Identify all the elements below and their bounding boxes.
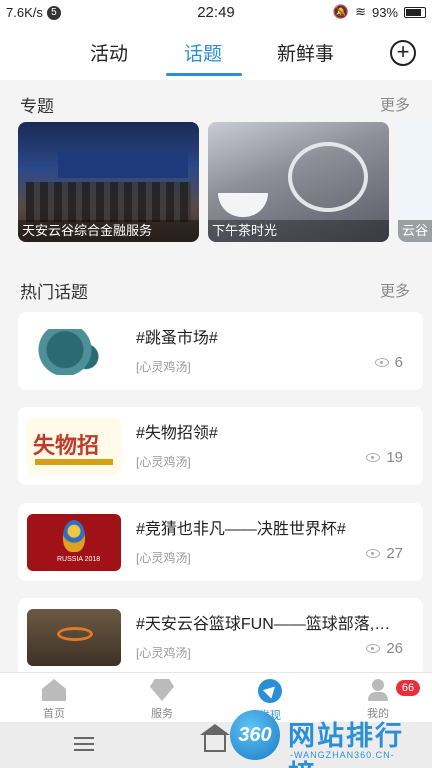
menu-icon[interactable] — [74, 737, 94, 751]
status-right: 🔕 ≋ 93% — [333, 4, 426, 20]
discover-icon — [258, 679, 282, 703]
plus-icon: + — [396, 39, 410, 64]
topic-card-finance[interactable]: 天安云谷综合金融服务 — [18, 122, 199, 242]
topics-section-header: 专题 更多 — [0, 82, 432, 122]
thumbnail-text: RUSSIA 2018 — [57, 556, 101, 563]
nav-service[interactable]: 服务 — [132, 679, 192, 721]
basketball-hoop-icon — [57, 627, 93, 641]
view-count: 27 — [366, 545, 403, 562]
tab-underline — [166, 73, 242, 76]
home-button-icon[interactable] — [200, 724, 230, 752]
topic-image-banner — [58, 152, 188, 178]
watermark: 360 网站排行榜 -WANGZHAN360.CN- — [226, 704, 432, 768]
status-bar: 7.6K/s 5 22:49 🔕 ≋ 93% — [0, 0, 432, 26]
view-count: 6 — [374, 354, 403, 371]
view-count: 26 — [366, 640, 403, 657]
hot-topic-thumbnail: RUSSIA 2018 — [27, 514, 121, 571]
topic-caption: 云谷 — [398, 220, 432, 242]
battery-percent: 93% — [371, 4, 398, 20]
hot-topic-item[interactable]: 失物招 #失物招领# [心灵鸡汤] 19 — [18, 407, 423, 485]
hot-topic-item[interactable]: RUSSIA 2018 #竞猜也非凡——决胜世界杯# [心灵鸡汤] 27 — [18, 503, 423, 581]
notification-badge: 66 — [396, 680, 420, 696]
hot-topic-tag: [心灵鸡汤] — [136, 455, 191, 469]
topic-image-people — [26, 182, 191, 222]
top-tabs: 活动 话题 新鲜事 + — [0, 26, 432, 80]
hot-topic-tag: [心灵鸡汤] — [136, 646, 191, 660]
wifi-icon: ≋ — [355, 4, 366, 19]
nav-label: 首页 — [43, 708, 65, 720]
add-button[interactable]: + — [390, 40, 416, 66]
service-icon — [150, 679, 174, 701]
battery-icon — [404, 6, 426, 18]
watermark-subtext: -WANGZHAN360.CN- — [290, 750, 395, 760]
hot-topic-title: #竞猜也非凡——决胜世界杯# — [136, 521, 346, 538]
watermark-logo: 360 — [230, 710, 280, 760]
mute-icon: 🔕 — [332, 4, 350, 19]
profile-icon — [366, 679, 390, 701]
view-count-value: 19 — [386, 449, 403, 466]
eye-icon — [366, 549, 381, 558]
hot-topic-title: #跳蚤市场# — [136, 330, 218, 347]
nav-label: 服务 — [151, 708, 173, 720]
topic-card-cloud[interactable]: 云谷 — [398, 122, 432, 242]
topic-image-cup — [218, 193, 268, 217]
hot-topic-title: #失物招领# — [136, 425, 218, 442]
hot-topic-item[interactable]: #天安云谷篮球FUN——篮球部落,… [心灵鸡汤] 26 — [18, 598, 423, 676]
view-count-value: 26 — [386, 640, 403, 657]
thumbnail-graphic — [37, 329, 107, 375]
hot-more-link[interactable]: 更多 — [380, 280, 410, 301]
topic-image-tray — [288, 142, 368, 212]
tab-news[interactable]: 新鲜事 — [277, 39, 334, 66]
topic-carousel[interactable]: 天安云谷综合金融服务 下午茶时光 云谷 — [18, 122, 432, 244]
hot-topic-item[interactable]: #跳蚤市场# [心灵鸡汤] 6 — [18, 312, 423, 390]
thumbnail-graphic — [35, 459, 113, 465]
eye-icon — [366, 644, 381, 653]
hot-topic-thumbnail: 失物招 — [27, 418, 121, 475]
hot-section-header: 热门话题 更多 — [0, 268, 432, 308]
tab-topics[interactable]: 话题 — [184, 39, 222, 66]
eye-icon — [366, 453, 381, 462]
nav-home[interactable]: 首页 — [24, 679, 84, 721]
world-cup-logo-icon — [63, 520, 85, 552]
tab-activities[interactable]: 活动 — [90, 39, 128, 66]
view-count-value: 6 — [394, 354, 403, 371]
topic-caption: 天安云谷综合金融服务 — [18, 220, 199, 242]
topic-caption: 下午茶时光 — [208, 220, 389, 242]
home-icon — [42, 679, 66, 701]
hot-topic-thumbnail — [27, 609, 121, 666]
hot-section-title: 热门话题 — [20, 283, 88, 302]
view-count: 19 — [366, 449, 403, 466]
hot-topic-tag: [心灵鸡汤] — [136, 551, 191, 565]
view-count-value: 27 — [386, 545, 403, 562]
thumbnail-text: 失物招 — [33, 433, 100, 459]
hot-topic-tag: [心灵鸡汤] — [136, 360, 191, 374]
topic-card-tea[interactable]: 下午茶时光 — [208, 122, 389, 242]
topics-more-link[interactable]: 更多 — [380, 94, 410, 115]
topics-section-title: 专题 — [20, 97, 54, 116]
hot-topic-thumbnail — [27, 323, 121, 380]
hot-topic-title: #天安云谷篮球FUN——篮球部落,… — [136, 616, 391, 633]
eye-icon — [374, 358, 389, 367]
